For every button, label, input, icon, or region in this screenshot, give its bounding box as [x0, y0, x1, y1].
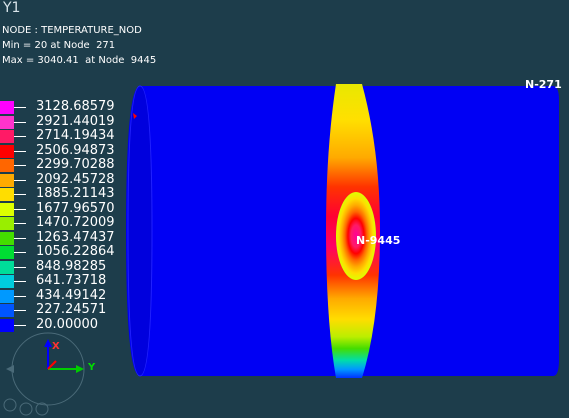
legend-swatch	[0, 130, 14, 143]
legend-tick	[14, 310, 26, 311]
legend-value: 2092.45728	[36, 171, 115, 187]
legend-entry: 3128.68579	[0, 99, 130, 114]
max-node-label: N-9445	[356, 234, 401, 247]
graphics-viewport[interactable]: Y1 NODE : TEMPERATURE_NOD Min = 20 at No…	[0, 0, 569, 418]
result-max-label: Max = 3040.41 at Node 9445	[2, 55, 157, 66]
cylinder-left-rim	[127, 85, 153, 377]
legend-swatch	[0, 115, 14, 129]
legend-entry: 2921.44019	[0, 113, 130, 129]
min-node-label: N-271	[525, 78, 562, 91]
legend-tick	[14, 194, 26, 195]
legend-entry: 1885.21143	[0, 186, 130, 201]
legend-swatch	[0, 101, 14, 114]
legend-tick	[14, 281, 26, 282]
legend-tick	[14, 252, 26, 253]
legend-entry: 2092.45728	[0, 171, 130, 187]
legend-swatch	[0, 217, 14, 230]
result-type-label: NODE : TEMPERATURE_NOD	[2, 25, 142, 36]
legend-tick	[14, 179, 26, 181]
legend-swatch	[0, 275, 14, 288]
legend-value: 2299.70288	[36, 157, 115, 172]
result-min-label: Min = 20 at Node 271	[2, 40, 116, 51]
legend-value: 2506.94873	[36, 142, 115, 158]
legend-entry: 227.24571	[0, 302, 130, 317]
legend-value: 2921.44019	[36, 113, 115, 129]
legend-value: 1056.22864	[36, 244, 115, 259]
legend-entry: 434.49142	[0, 287, 130, 303]
view-title: Y1	[3, 0, 21, 16]
legend-entry: 1263.47437	[0, 229, 130, 245]
legend-tick	[14, 208, 26, 210]
legend-value: 2714.19434	[36, 128, 115, 143]
legend-entry: 2506.94873	[0, 142, 130, 158]
legend-value: 848.98285	[36, 258, 107, 274]
legend-entry: 2714.19434	[0, 128, 130, 143]
legend-tick	[14, 150, 26, 152]
legend-swatch	[0, 144, 14, 158]
legend-tick	[14, 266, 26, 268]
legend-tick	[14, 223, 26, 224]
legend-entry: 2299.70288	[0, 157, 130, 172]
x-axis-label: X	[52, 341, 60, 352]
legend-value: 3128.68579	[36, 99, 115, 114]
axis-triad[interactable]: X Y	[0, 325, 110, 418]
legend-value: 434.49142	[36, 287, 107, 303]
legend-value: 227.24571	[36, 302, 107, 317]
legend-tick	[14, 107, 26, 108]
y-axis-label: Y	[88, 362, 96, 373]
legend-tick	[14, 165, 26, 166]
legend-tick	[14, 121, 26, 123]
legend-entry: 848.98285	[0, 258, 130, 274]
legend-value: 1677.96570	[36, 200, 115, 216]
legend-tick	[14, 136, 26, 137]
legend-tick	[14, 237, 26, 239]
legend-swatch	[0, 173, 14, 187]
legend-swatch	[0, 260, 14, 274]
legend-value: 641.73718	[36, 273, 107, 288]
legend-value: 1263.47437	[36, 229, 115, 245]
legend-swatch	[0, 289, 14, 303]
legend-swatch	[0, 188, 14, 201]
legend-value: 1470.72009	[36, 215, 115, 230]
legend-entry: 1677.96570	[0, 200, 130, 216]
legend-swatch	[0, 202, 14, 216]
legend-swatch	[0, 246, 14, 259]
legend-tick	[14, 295, 26, 297]
legend-swatch	[0, 159, 14, 172]
legend-entry: 1056.22864	[0, 244, 130, 259]
legend-entry: 1470.72009	[0, 215, 130, 230]
legend-swatch	[0, 231, 14, 245]
legend-swatch	[0, 304, 14, 317]
legend-value: 1885.21143	[36, 186, 115, 201]
legend-entry: 641.73718	[0, 273, 130, 288]
